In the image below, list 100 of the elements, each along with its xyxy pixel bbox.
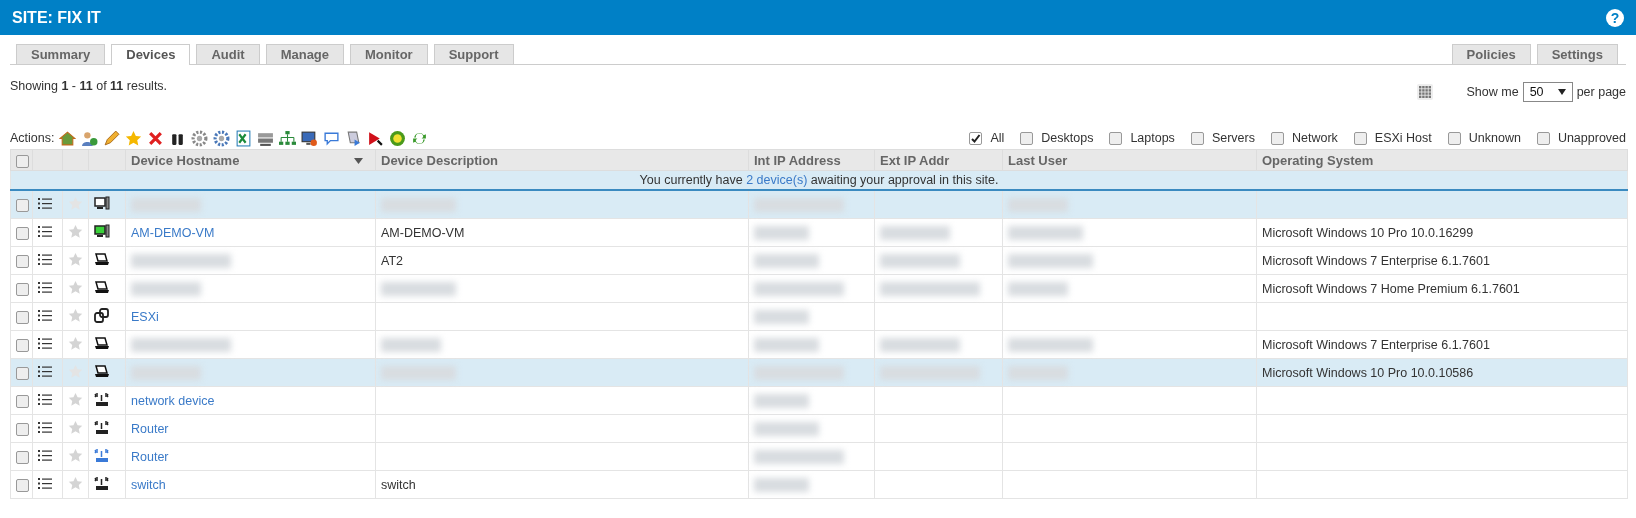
column-header[interactable]: Device Hostname [125, 149, 376, 171]
filter-checkbox[interactable] [1020, 131, 1034, 145]
pending-devices-link[interactable]: 2 device(s) [746, 173, 808, 187]
table-cell: Microsoft Windows 7 Home Premium 6.1.7601 [1262, 281, 1520, 296]
redacted-text [754, 421, 819, 436]
gear-icon[interactable] [213, 129, 231, 147]
filter-checkbox[interactable] [1109, 131, 1123, 145]
pencil-icon[interactable] [103, 129, 121, 147]
sort-caret-icon[interactable] [354, 158, 363, 164]
tab[interactable]: Audit [196, 44, 260, 64]
filter-checkbox[interactable] [1353, 131, 1367, 145]
menu-icon[interactable] [38, 253, 52, 265]
column-header[interactable]: Operating System [1256, 149, 1628, 171]
tab[interactable]: Monitor [350, 44, 428, 64]
table-cell: switch [381, 477, 416, 492]
table-cell: AM-DEMO-VM [381, 225, 465, 240]
row-checkbox[interactable] [16, 450, 29, 464]
star-icon[interactable] [68, 391, 83, 407]
star-icon[interactable] [68, 475, 83, 491]
close-icon[interactable] [147, 129, 165, 147]
menu-icon[interactable] [38, 281, 52, 293]
tab[interactable]: Support [433, 44, 514, 64]
page-size-select[interactable]: 50 [1522, 82, 1573, 102]
menu-icon[interactable] [38, 337, 52, 349]
tab[interactable]: Summary [16, 44, 106, 64]
monitor-icon[interactable] [301, 129, 319, 147]
column-header[interactable]: Ext IP Addr [874, 149, 1003, 171]
star-icon[interactable] [68, 307, 83, 323]
speech-bubble-icon[interactable] [323, 129, 341, 147]
tab[interactable]: Settings [1536, 44, 1618, 64]
star-icon[interactable] [68, 335, 83, 351]
redacted-text [1008, 281, 1068, 296]
menu-icon[interactable] [38, 309, 52, 321]
site-title: SITE: FIX IT [12, 8, 101, 27]
filter-checkbox[interactable] [969, 131, 983, 145]
linked-squares-icon [94, 307, 109, 323]
row-checkbox[interactable] [16, 310, 29, 324]
row-checkbox[interactable] [16, 366, 29, 380]
menu-icon[interactable] [38, 421, 52, 433]
filter-checkbox[interactable] [1270, 131, 1284, 145]
hostname-link[interactable]: ESXi [131, 309, 159, 324]
redacted-text [754, 393, 809, 408]
row-checkbox[interactable] [16, 254, 29, 268]
redacted-text [754, 477, 809, 492]
star-icon[interactable] [125, 129, 143, 147]
menu-icon[interactable] [38, 197, 52, 209]
row-checkbox[interactable] [16, 198, 29, 212]
tab[interactable]: Policies [1451, 44, 1531, 64]
results-summary: Showing 1 - 11 of 11 results. [10, 79, 168, 93]
row-checkbox[interactable] [16, 226, 29, 240]
help-button[interactable]: ? [1606, 8, 1624, 27]
redacted-text [131, 281, 201, 296]
menu-icon[interactable] [38, 393, 52, 405]
home-icon[interactable] [59, 129, 77, 147]
filter-label: Laptops [1130, 131, 1175, 145]
star-icon[interactable] [68, 279, 83, 295]
hostname-link[interactable]: Router [131, 421, 169, 436]
tab[interactable]: Devices [111, 44, 191, 65]
table-cell: Microsoft Windows 7 Enterprise 6.1.7601 [1262, 253, 1490, 268]
star-icon[interactable] [68, 419, 83, 435]
menu-icon[interactable] [38, 225, 52, 237]
row-checkbox[interactable] [16, 394, 29, 408]
row-checkbox[interactable] [16, 478, 29, 492]
filter-checkbox[interactable] [1190, 131, 1204, 145]
row-checkbox[interactable] [16, 338, 29, 352]
column-header[interactable]: Last User [1002, 149, 1257, 171]
hostname-link[interactable]: network device [131, 393, 215, 408]
caret-icon[interactable] [1557, 89, 1566, 95]
filter-label: Servers [1211, 131, 1255, 145]
tab[interactable]: Manage [265, 44, 345, 64]
laptop-icon [94, 252, 110, 266]
filter-checkbox[interactable] [1447, 131, 1461, 145]
column-header[interactable]: Int IP Address [748, 149, 875, 171]
grid-icon[interactable] [1416, 84, 1433, 100]
filter-label: All [990, 131, 1005, 145]
table-cell: Microsoft Windows 7 Enterprise 6.1.7601 [1262, 337, 1490, 352]
users-icon[interactable] [81, 129, 99, 147]
network-icon[interactable] [279, 129, 297, 147]
star-icon[interactable] [68, 447, 83, 463]
table-cell: Microsoft Windows 10 Pro 10.0.16299 [1262, 225, 1474, 240]
hostname-link[interactable]: AM-DEMO-VM [131, 225, 215, 240]
flag-icon[interactable] [367, 129, 385, 147]
filter-checkbox[interactable] [1536, 131, 1550, 145]
approval-notice: You currently have 2 device(s) awaiting your approval in this site. [639, 173, 999, 187]
redacted-text [880, 225, 950, 240]
select-all-checkbox[interactable] [16, 154, 29, 168]
star-icon[interactable] [68, 251, 83, 267]
redacted-text [754, 225, 809, 240]
column-header[interactable]: Device Description [375, 149, 749, 171]
hostname-link[interactable]: Router [131, 449, 169, 464]
row-checkbox[interactable] [16, 282, 29, 296]
star-icon[interactable] [68, 223, 83, 239]
filter-label: ESXi Host [1374, 131, 1432, 145]
spreadsheet-icon[interactable] [235, 129, 253, 147]
row-checkbox[interactable] [16, 422, 29, 436]
table-cell: AT2 [381, 253, 403, 268]
menu-icon[interactable] [38, 449, 52, 461]
menu-icon[interactable] [38, 477, 52, 489]
menu-icon[interactable] [38, 365, 52, 377]
hostname-link[interactable]: switch [131, 477, 166, 492]
